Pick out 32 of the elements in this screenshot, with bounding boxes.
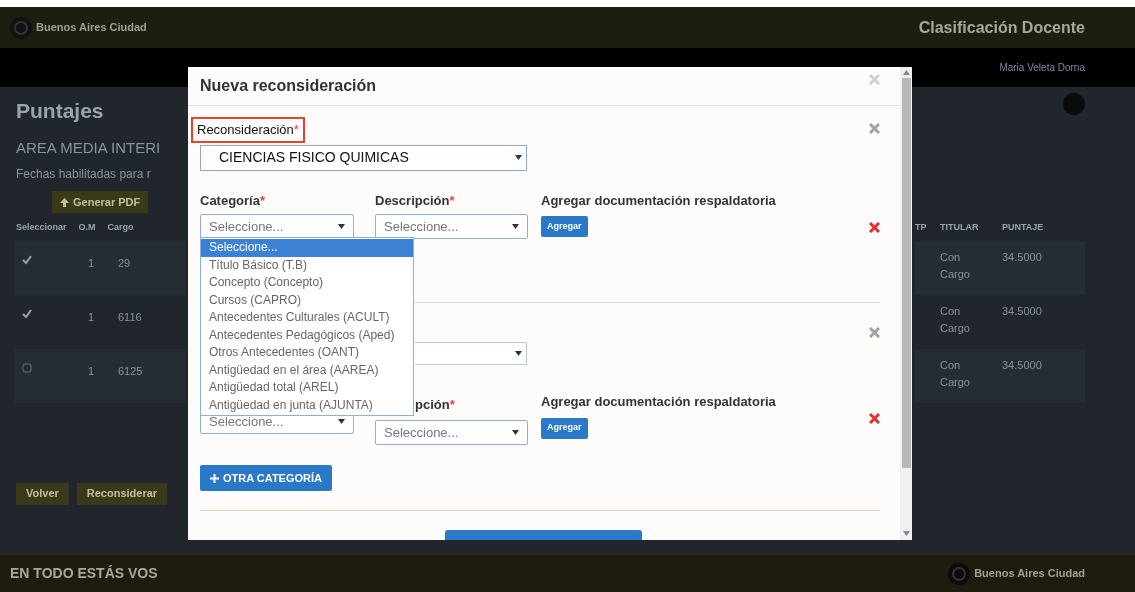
field-label: Agregar documentación respaldatoria xyxy=(541,393,776,411)
brand-name: Buenos Aires Ciudad xyxy=(974,566,1085,582)
field-label: Categoría* xyxy=(200,191,267,210)
column-header: Cargo xyxy=(107,221,134,234)
column-header: TP xyxy=(915,221,928,234)
table-cell-text: 1 xyxy=(88,255,96,271)
column-header: TITULAR xyxy=(940,221,980,234)
column-header: PUNTAJE xyxy=(1002,221,1044,234)
table-cell-text: 34.5000 xyxy=(1002,249,1042,265)
page-title: Puntajes xyxy=(16,98,105,124)
app-title: Clasificación Docente xyxy=(918,17,1085,38)
table-cell-text: Con Cargo xyxy=(940,303,971,336)
footer-slogan: EN TODO ESTÁS VOS xyxy=(10,564,158,583)
table-cell-text: Con Cargo xyxy=(940,249,971,282)
column-header: O.M xyxy=(78,221,96,234)
table-cell-text: 34.5000 xyxy=(1002,303,1042,319)
reconsideration-label: Reconsideración* xyxy=(191,117,305,143)
area-title: AREA MEDIA INTERI xyxy=(16,137,162,158)
brand-name: Buenos Aires Ciudad xyxy=(36,20,147,36)
table-cell-text: 29 xyxy=(118,255,131,271)
table-cell-text: 1 xyxy=(88,309,96,325)
table-cell-text: 6125 xyxy=(118,363,143,379)
dates-text: Fechas habilitadas para r xyxy=(16,166,152,183)
table-cell-text: 1 xyxy=(88,363,96,379)
field-label: pción* xyxy=(415,397,455,412)
column-header: Seleccionar xyxy=(16,221,67,234)
table-cell-text: Con Cargo xyxy=(940,357,971,390)
table-cell-text: 34.5000 xyxy=(1002,357,1042,373)
field-label: Descripción* xyxy=(375,191,456,210)
modal-title: Nueva reconsideración xyxy=(200,76,377,96)
table-cell-text: 6116 xyxy=(118,309,142,325)
field-label: Agregar documentación respaldatoria xyxy=(541,191,776,210)
